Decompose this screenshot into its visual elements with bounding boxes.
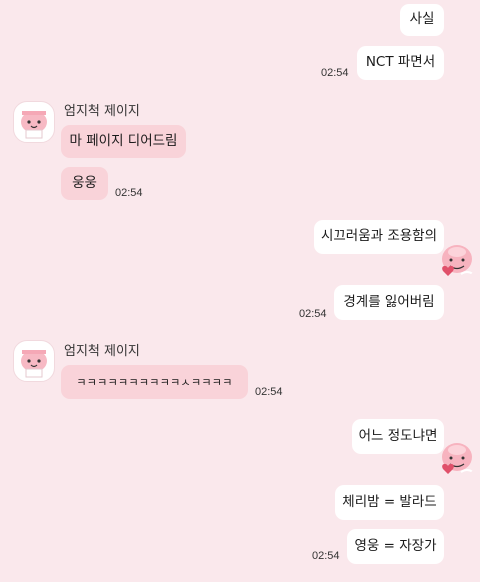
- message-time: 02:54: [312, 550, 340, 562]
- message-time: 02:54: [299, 308, 327, 320]
- peach-heart-icon: [442, 443, 474, 474]
- outgoing-message[interactable]: 영웅 = 자장가: [347, 529, 444, 564]
- outgoing-message[interactable]: NCT 파면서: [357, 46, 444, 80]
- friend-avatar[interactable]: [13, 101, 55, 143]
- peach-character-icon: [21, 350, 47, 378]
- outgoing-message[interactable]: 시끄러움과 조용함의: [314, 220, 444, 254]
- peach-heart-icon: [442, 245, 474, 276]
- outgoing-message[interactable]: 어느 정도냐면: [352, 419, 444, 454]
- message-time: 02:54: [321, 67, 349, 79]
- message-time: 02:54: [115, 187, 143, 199]
- friend-avatar[interactable]: [13, 340, 55, 382]
- incoming-message[interactable]: 마 페이지 디어드림: [61, 125, 186, 158]
- incoming-message[interactable]: ㅋㅋㅋㅋㅋㅋㅋㅋㅋㅋㅅㅋㅋㅋㅋ: [61, 365, 248, 399]
- outgoing-message[interactable]: 사실: [400, 4, 444, 36]
- my-avatar[interactable]: [437, 438, 477, 478]
- incoming-message[interactable]: 웅웅: [61, 167, 108, 200]
- outgoing-message[interactable]: 체리밤 = 발라드: [335, 485, 444, 520]
- my-avatar[interactable]: [437, 240, 477, 280]
- message-time: 02:54: [255, 386, 283, 398]
- peach-character-icon: [21, 111, 47, 139]
- sender-name: 엄지척 제이지: [64, 344, 140, 359]
- sender-name: 엄지척 제이지: [64, 104, 140, 119]
- outgoing-message[interactable]: 경계를 잃어버림: [334, 285, 444, 320]
